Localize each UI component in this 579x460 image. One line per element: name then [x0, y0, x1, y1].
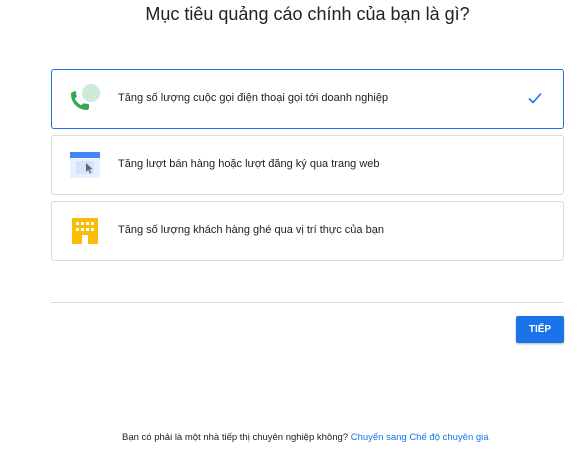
- checkmark-icon: [527, 90, 543, 106]
- switch-to-expert-mode-link[interactable]: Chuyển sang Chế độ chuyên gia: [351, 432, 489, 443]
- goal-options-list: Tăng số lượng cuộc gọi điện thoại gọi tớ…: [51, 69, 564, 267]
- phone-call-icon: [68, 84, 102, 114]
- page-title: Mục tiêu quảng cáo chính của bạn là gì?: [145, 4, 470, 24]
- next-button[interactable]: TIẾP: [516, 316, 564, 343]
- expert-mode-prompt: Bạn có phải là một nhà tiếp thị chuyên n…: [122, 432, 489, 443]
- goal-option-phone-calls[interactable]: Tăng số lượng cuộc gọi điện thoại gọi tớ…: [51, 69, 564, 129]
- goal-option-store-visits[interactable]: Tăng số lượng khách hàng ghé qua vị trí …: [51, 201, 564, 261]
- goal-selection-page: Mục tiêu quảng cáo chính của bạn là gì? …: [0, 0, 579, 460]
- expert-mode-question: Bạn có phải là một nhà tiếp thị chuyên n…: [122, 432, 349, 443]
- divider: [51, 302, 564, 303]
- goal-option-label: Tăng số lượng cuộc gọi điện thoại gọi tớ…: [118, 92, 389, 104]
- goal-option-label: Tăng số lượng khách hàng ghé qua vị trí …: [118, 224, 384, 236]
- storefront-building-icon: [68, 216, 102, 246]
- goal-option-label: Tăng lượt bán hàng hoặc lượt đăng ký qua…: [118, 158, 380, 170]
- browser-window-icon: [68, 150, 102, 180]
- goal-option-website-sales[interactable]: Tăng lượt bán hàng hoặc lượt đăng ký qua…: [51, 135, 564, 195]
